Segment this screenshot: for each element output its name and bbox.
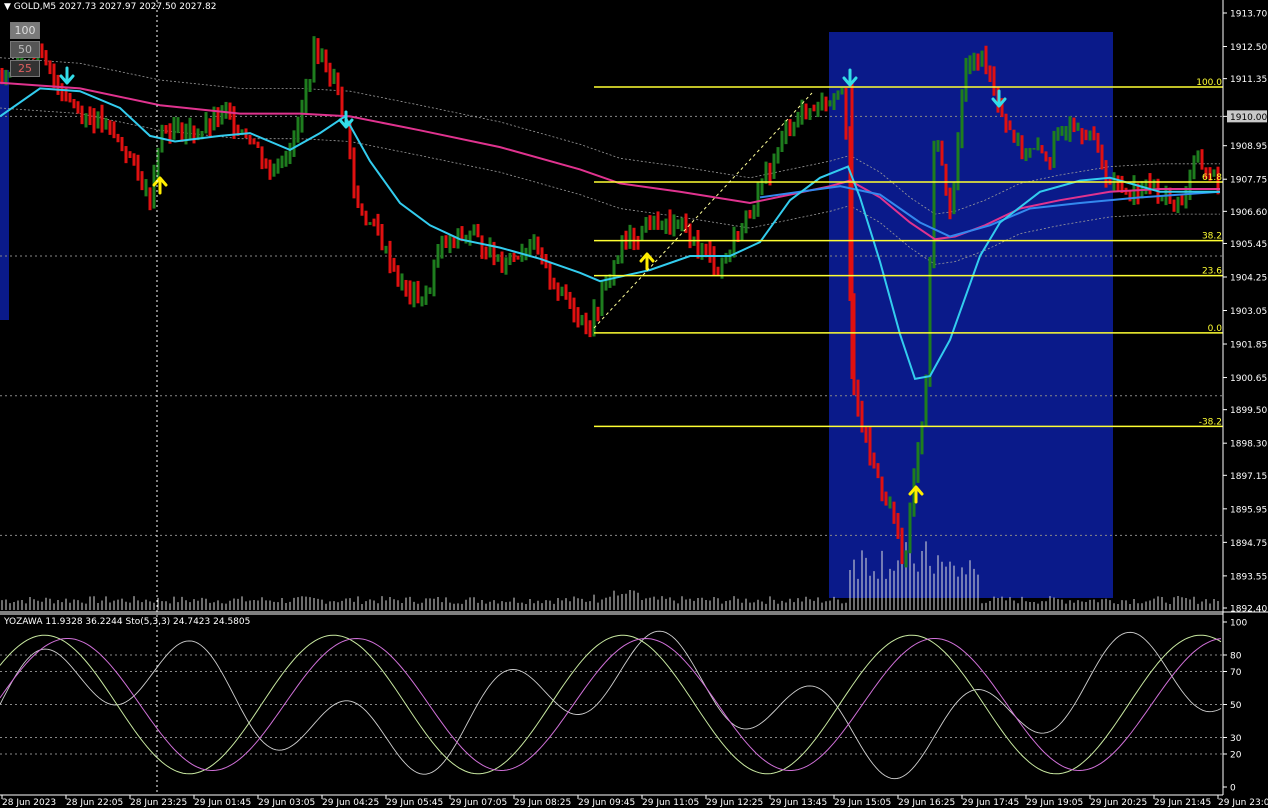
- price-label: 1910.00: [1230, 113, 1267, 123]
- chart-area[interactable]: 100.0 61.8 38.2 23.6 0.0 -38.2 1913.70 1912.50…: [0, 0, 1268, 808]
- time-label: 28 Jun 22:05: [66, 798, 123, 808]
- osc-label: 30: [1230, 734, 1242, 744]
- osc-label: 70: [1230, 668, 1242, 678]
- time-label: 29 Jun 17:45: [962, 798, 1019, 808]
- time-label: 29 Jun 19:05: [1026, 798, 1083, 808]
- time-label: 29 Jun 01:45: [194, 798, 251, 808]
- indicator-header: YOZAWA 11.9328 36.2244 Sto(5,3,3) 24.742…: [4, 617, 250, 627]
- time-label: 29 Jun 12:25: [706, 798, 763, 808]
- time-label: 29 Jun 15:05: [834, 798, 891, 808]
- fibo-level-label: -38.2: [1199, 417, 1222, 427]
- time-label: 29 Jun 03:05: [258, 798, 315, 808]
- price-axis[interactable]: 1913.70 1912.50 1911.35 1910.00 1908.95 1907.…: [1223, 10, 1267, 615]
- price-label: 1905.45: [1230, 240, 1267, 250]
- stochastic-title: Sto(5,3,3) 24.7423 24.5805: [125, 617, 251, 627]
- price-label: 1904.25: [1230, 273, 1267, 283]
- time-label: 29 Jun 23:05: [1218, 798, 1268, 808]
- price-label: 1900.65: [1230, 374, 1267, 384]
- time-label: 28 Jun 2023: [2, 798, 56, 808]
- ohlc-values: 2027.73 2027.97 2027.50 2027.82: [59, 2, 217, 12]
- osc-label: 0: [1230, 784, 1236, 794]
- price-label: 1908.95: [1230, 142, 1267, 152]
- time-label: 29 Jun 16:25: [898, 798, 955, 808]
- price-label: 1895.95: [1230, 505, 1267, 515]
- oscillator-axis: 100 80 70 50 30 20 0: [1223, 619, 1247, 794]
- price-label: 1899.50: [1230, 406, 1267, 416]
- osc-label: 20: [1230, 751, 1242, 761]
- time-label: 29 Jun 07:05: [450, 798, 507, 808]
- menu-arrow-icon[interactable]: ▼: [4, 2, 11, 12]
- chart-header: ▼ GOLD,M5 2027.73 2027.97 2027.50 2027.8…: [4, 2, 216, 12]
- price-label: 1903.05: [1230, 307, 1267, 317]
- price-label: 1913.70: [1230, 10, 1267, 20]
- fibo-level-label: 61.8: [1202, 173, 1222, 183]
- osc-label: 100: [1230, 619, 1247, 629]
- fibo-level-label: 23.6: [1202, 267, 1222, 277]
- symbol-label: GOLD,M5: [13, 2, 57, 12]
- time-label: 29 Jun 11:05: [642, 798, 699, 808]
- time-label: 29 Jun 21:45: [1154, 798, 1211, 808]
- price-label: 1898.30: [1230, 440, 1267, 450]
- time-label: 29 Jun 04:25: [322, 798, 379, 808]
- time-label: 29 Jun 08:25: [514, 798, 571, 808]
- osc-label: 80: [1230, 652, 1242, 662]
- price-label: 1911.35: [1230, 75, 1267, 85]
- time-label: 29 Jun 05:45: [386, 798, 443, 808]
- price-label: 1893.55: [1230, 572, 1267, 582]
- price-label: 1894.75: [1230, 539, 1267, 549]
- price-label: 1892.40: [1230, 605, 1267, 615]
- fibo-level-label: 100.0: [1196, 78, 1222, 88]
- time-axis[interactable]: 28 Jun 2023 28 Jun 22:05 28 Jun 23:25 29 Ju…: [1, 795, 1268, 808]
- zoom-25-button[interactable]: 25: [10, 60, 40, 77]
- indicator-title: YOZAWA 11.9328 36.2244: [4, 617, 123, 627]
- price-label: 1901.85: [1230, 341, 1267, 351]
- time-label: 29 Jun 09:45: [578, 798, 635, 808]
- arrow-up-icon: [152, 176, 168, 195]
- price-label: 1897.15: [1230, 472, 1267, 482]
- arrow-down-icon: [59, 66, 75, 85]
- fibo-level-label: 0.0: [1208, 324, 1223, 334]
- left-highlight-strip: [0, 70, 9, 320]
- price-label: 1907.75: [1230, 176, 1267, 186]
- time-label: 29 Jun 13:45: [770, 798, 827, 808]
- osc-label: 50: [1230, 701, 1242, 711]
- price-label: 1906.60: [1230, 208, 1267, 218]
- time-label: 29 Jun 20:25: [1090, 798, 1147, 808]
- zoom-100-button[interactable]: 100: [10, 22, 40, 39]
- price-label: 1912.50: [1230, 43, 1267, 53]
- trend-line[interactable]: [593, 92, 813, 329]
- zoom-50-button[interactable]: 50: [10, 41, 40, 58]
- time-label: 28 Jun 23:25: [130, 798, 187, 808]
- fibo-level-label: 38.2: [1202, 232, 1222, 242]
